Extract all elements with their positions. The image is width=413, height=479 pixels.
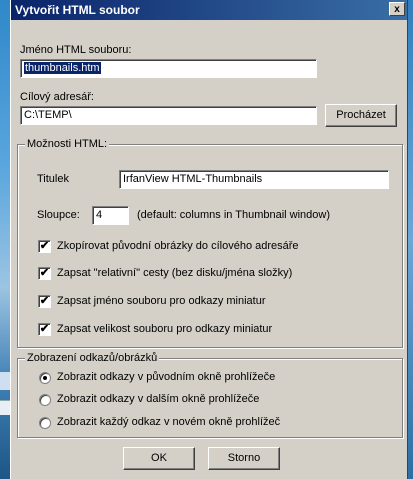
window-title: Vytvořit HTML soubor [15,3,140,17]
open-new-window-label: Zobrazit každý odkaz v novém okně prohlí… [57,416,281,428]
open-same-window-label: Zobrazit odkazy v původním okně prohlíže… [57,371,276,383]
browse-button[interactable]: Procházet [325,104,397,127]
columns-hint: (default: columns in Thumbnail window) [137,209,330,221]
filename-value: thumbnails.htm [24,62,101,74]
cancel-button[interactable]: Storno [208,447,280,470]
relative-paths-label: Zapsat "relativní" cesty (bez disku/jmén… [57,267,293,279]
relative-paths-checkbox[interactable]: ✔ [38,267,51,280]
filename-input[interactable]: thumbnails.htm [20,59,317,78]
create-html-dialog: Vytvořit HTML soubor x Jméno HTML soubor… [10,0,408,479]
title-bar: Vytvořit HTML soubor x [11,0,407,20]
open-new-window-radio[interactable] [39,417,51,429]
link-display-label: Zobrazení odkazů/obrázků [25,352,160,364]
write-filename-label: Zapsat jméno souboru pro odkazy miniatur [57,295,266,307]
page-title-label: Titulek [37,173,69,185]
copy-originals-label: Zkopírovat původní obrázky do cílového a… [57,240,299,252]
target-folder-value: C:\TEMP\ [24,109,72,121]
write-filename-checkbox[interactable]: ✔ [38,295,51,308]
copy-originals-checkbox[interactable]: ✔ [38,240,51,253]
open-other-window-radio[interactable] [39,394,51,406]
open-other-window-label: Zobrazit odkazy v dalším okně prohlížeče [57,393,260,405]
ok-button[interactable]: OK [123,447,195,470]
page-title-value: IrfanView HTML-Thumbnails [123,173,263,185]
columns-input[interactable]: 4 [92,206,129,225]
columns-label: Sloupce: [37,209,80,221]
columns-value: 4 [96,209,103,221]
html-options-label: Možnosti HTML: [25,138,110,150]
open-same-window-radio[interactable] [39,372,51,384]
target-folder-label: Cílový adresář: [20,91,94,103]
write-filesize-checkbox[interactable]: ✔ [38,323,51,336]
close-button[interactable]: x [389,2,405,16]
target-folder-input[interactable]: C:\TEMP\ [20,106,317,125]
page-title-input[interactable]: IrfanView HTML-Thumbnails [119,170,389,189]
write-filesize-label: Zapsat velikost souboru pro odkazy minia… [57,323,273,335]
filename-label: Jméno HTML souboru: [20,44,132,56]
